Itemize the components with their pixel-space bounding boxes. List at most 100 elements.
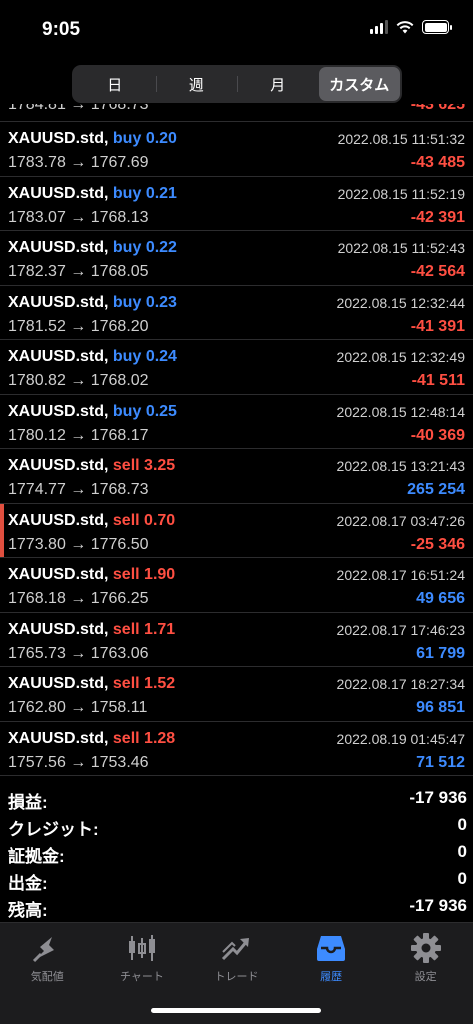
- trade-prices: 1773.80 → 1776.50: [8, 535, 149, 553]
- trade-symbol-name: XAUUSD.std,: [8, 457, 109, 474]
- trade-date: 2022.08.15 12:32:49: [336, 349, 465, 365]
- trade-prices: 1757.56 → 1753.46: [8, 753, 149, 771]
- tab-settings-label: 設定: [414, 971, 437, 983]
- trade-symbol: XAUUSD.std, sell 1.90: [8, 566, 175, 584]
- trade-profit: -41 511: [411, 372, 465, 389]
- trade-side: buy: [112, 130, 142, 147]
- trade-profit: 265 254: [407, 481, 465, 498]
- cellular-signal-icon: [370, 20, 388, 34]
- trade-profit: -41 391: [410, 317, 465, 335]
- trade-date: 2022.08.17 03:47:26: [336, 512, 465, 529]
- trade-symbol: XAUUSD.std, sell 1.52: [8, 675, 175, 693]
- trade-side: sell: [112, 511, 140, 529]
- trade-profit: -43 485: [410, 154, 465, 171]
- chart-candles-icon: [126, 932, 158, 964]
- trade-symbol: XAUUSD.std, sell 1.28: [8, 730, 175, 748]
- trade-history-list[interactable]: 1784.81 → 1768.73 -43 625 XAUUSD.std, bu…: [0, 104, 473, 778]
- trade-prices: 1781.52 → 1768.20: [8, 317, 149, 335]
- trade-symbol: XAUUSD.std, sell 0.70: [8, 512, 175, 530]
- trade-profit: 71 512: [416, 753, 465, 771]
- trade-symbol-name: XAUUSD.std,: [8, 566, 109, 583]
- trade-profit: -42 391: [410, 208, 465, 226]
- trade-volume: 1.28: [144, 729, 176, 747]
- summary-margin-label: 証拠金:: [8, 847, 65, 866]
- trade-volume: 0.22: [145, 239, 177, 256]
- tab-quotes-label: 気配値: [30, 971, 64, 983]
- trade-symbol: XAUUSD.std, buy 0.25: [8, 403, 177, 421]
- trade-row[interactable]: XAUUSD.std, buy 0.25 2022.08.15 12:48:14 1…: [0, 395, 473, 449]
- trade-volume: 3.25: [144, 457, 176, 474]
- trade-volume: 0.20: [145, 130, 177, 147]
- trade-prices: 1782.37 → 1768.05: [8, 263, 149, 280]
- trade-date: 2022.08.19 01:45:47: [336, 730, 465, 747]
- trade-symbol-name: XAUUSD.std,: [8, 675, 109, 692]
- quotes-icon: [31, 932, 63, 964]
- trade-symbol-name: XAUUSD.std,: [8, 511, 109, 529]
- trade-row[interactable]: XAUUSD.std, sell 0.70 2022.08.17 03:47:26…: [0, 503, 473, 558]
- trade-side: sell: [112, 566, 140, 583]
- summary-profit-row: 損益: -17 936: [0, 786, 473, 813]
- trade-symbol-name: XAUUSD.std,: [8, 239, 109, 256]
- trade-row[interactable]: XAUUSD.std, buy 0.23 2022.08.15 12:32:44 1…: [0, 286, 473, 340]
- trade-prices: 1774.77 → 1768.73: [8, 481, 149, 498]
- trade-row-partial[interactable]: 1784.81 → 1768.73 -43 625: [0, 104, 473, 122]
- trade-side: buy: [112, 239, 142, 256]
- segment-day[interactable]: 日: [74, 67, 156, 101]
- trade-row[interactable]: XAUUSD.std, buy 0.20 2022.08.15 11:51:32 1…: [0, 122, 473, 177]
- summary-credit-label: クレジット:: [8, 820, 99, 839]
- wifi-icon: [396, 21, 414, 34]
- tab-trade-label: トレード: [214, 971, 259, 983]
- segment-custom[interactable]: カスタム: [318, 67, 400, 101]
- trade-row[interactable]: XAUUSD.std, sell 1.90 2022.08.17 16:51:24…: [0, 558, 473, 613]
- trade-date: 2022.08.15 12:32:44: [336, 294, 465, 311]
- tab-settings[interactable]: 設定: [378, 923, 473, 1024]
- trade-row[interactable]: XAUUSD.std, buy 0.21 2022.08.15 11:52:19 1…: [0, 177, 473, 231]
- trade-symbol-name: XAUUSD.std,: [8, 348, 109, 365]
- summary-balance-label: 残高:: [8, 901, 48, 920]
- trade-row[interactable]: XAUUSD.std, sell 1.28 2022.08.19 01:45:47…: [0, 722, 473, 776]
- trade-profit: 96 851: [416, 699, 465, 716]
- trade-volume: 0.70: [144, 511, 176, 529]
- home-indicator[interactable]: [151, 1008, 321, 1013]
- trade-date: 2022.08.17 17:46:23: [336, 621, 465, 638]
- trade-symbol-name: XAUUSD.std,: [8, 293, 109, 311]
- trade-side: buy: [112, 184, 142, 202]
- trade-symbol-name: XAUUSD.std,: [8, 729, 109, 747]
- trade-volume: 0.25: [145, 402, 177, 420]
- trade-side: sell: [112, 457, 140, 474]
- trade-prices: 1784.81 → 1768.73: [8, 104, 149, 113]
- tab-quotes[interactable]: 気配値: [0, 923, 95, 1024]
- gear-icon: [410, 932, 442, 964]
- trade-row[interactable]: XAUUSD.std, sell 1.52 2022.08.17 18:27:34…: [0, 667, 473, 722]
- trade-row[interactable]: XAUUSD.std, sell 1.71 2022.08.17 17:46:23…: [0, 613, 473, 667]
- trade-date: 2022.08.15 11:52:19: [337, 185, 465, 202]
- trade-profit: -42 564: [410, 263, 465, 280]
- summary-withdraw-row: 出金: 0: [0, 867, 473, 894]
- trade-volume: 1.52: [144, 675, 176, 692]
- trade-volume: 1.90: [144, 566, 176, 583]
- summary-balance-value: -17 936: [409, 896, 467, 915]
- trade-row[interactable]: XAUUSD.std, buy 0.22 2022.08.15 11:52:43 1…: [0, 231, 473, 286]
- trade-profit: -25 346: [410, 535, 465, 553]
- trade-symbol: XAUUSD.std, buy 0.23: [8, 294, 177, 312]
- summary-margin-value: 0: [457, 842, 467, 861]
- trade-row[interactable]: XAUUSD.std, buy 0.24 2022.08.15 12:32:49 1…: [0, 340, 473, 395]
- trade-symbol-name: XAUUSD.std,: [8, 184, 109, 202]
- trade-row[interactable]: XAUUSD.std, sell 3.25 2022.08.15 13:21:43…: [0, 449, 473, 504]
- trade-profit: 61 799: [416, 644, 465, 662]
- summary-profit-value: -17 936: [409, 788, 467, 807]
- trade-prices: 1783.78 → 1767.69: [8, 154, 149, 171]
- trade-prices: 1780.82 → 1768.02: [8, 372, 149, 389]
- trade-symbol-name: XAUUSD.std,: [8, 402, 109, 420]
- trade-date: 2022.08.17 16:51:24: [336, 567, 465, 583]
- trade-symbol-name: XAUUSD.std,: [8, 620, 109, 638]
- summary-margin-row: 証拠金: 0: [0, 840, 473, 867]
- segment-week[interactable]: 週: [155, 67, 238, 101]
- status-icons: [370, 20, 452, 34]
- status-time: 9:05: [42, 19, 81, 40]
- segment-month[interactable]: 月: [237, 67, 319, 101]
- tab-history-label: 履歴: [320, 971, 343, 983]
- trade-prices: 1780.12 → 1768.17: [8, 426, 149, 444]
- trade-symbol: XAUUSD.std, buy 0.24: [8, 348, 177, 366]
- trade-side: sell: [112, 675, 140, 692]
